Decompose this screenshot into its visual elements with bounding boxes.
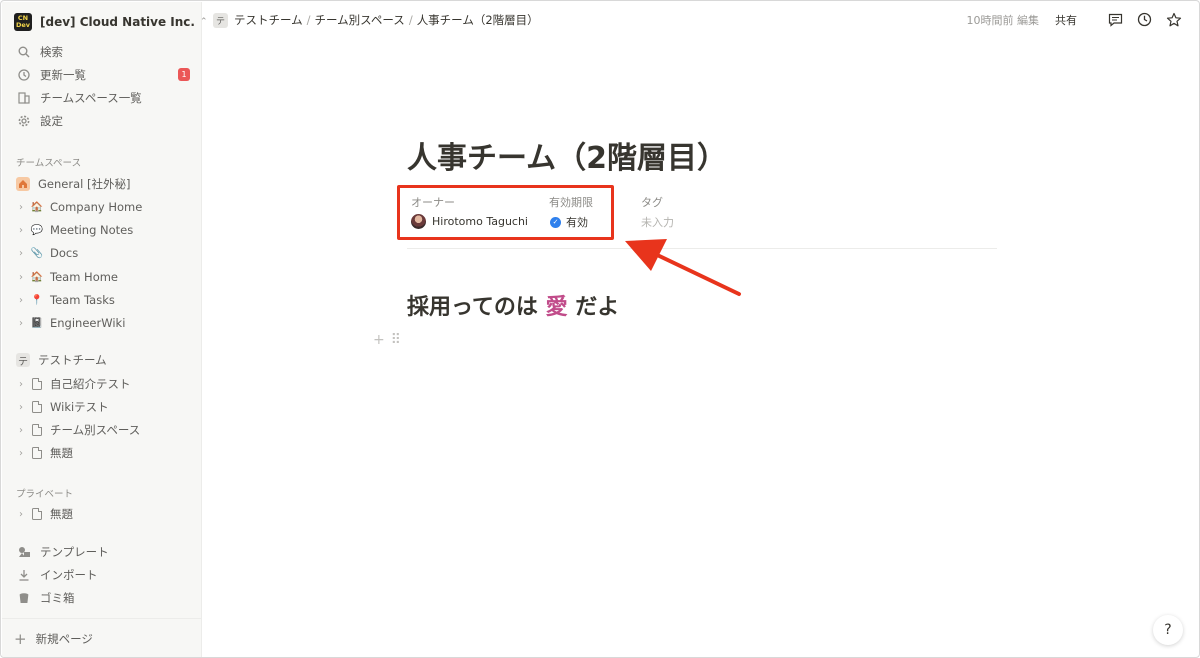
content-heading[interactable]: 採用ってのは 愛 だよ: [407, 289, 619, 321]
annotation-arrow: [625, 239, 741, 296]
drag-handle-icon[interactable]: ⠿: [391, 332, 401, 348]
heading-emphasis: 愛: [545, 295, 568, 320]
add-block-icon[interactable]: +: [373, 332, 385, 348]
block-controls: + ⠿: [373, 332, 401, 348]
annotation-arrow-shaft: [651, 251, 741, 296]
help-button[interactable]: ?: [1153, 615, 1183, 645]
heading-text-end: だよ: [567, 295, 620, 320]
heading-text-start: 採用ってのは: [407, 295, 546, 320]
app-window: CN Dev [dev] Cloud Native Inc. ⌃ 検索 更新一覧…: [0, 0, 1200, 658]
